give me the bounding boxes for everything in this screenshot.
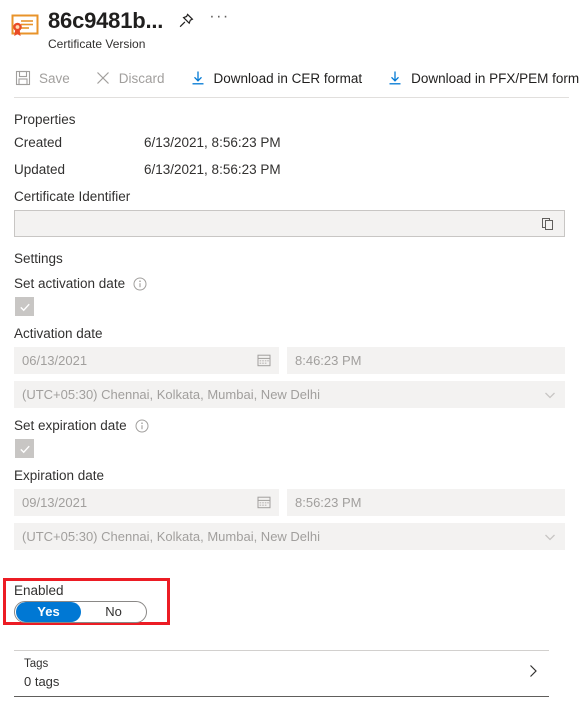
chevron-down-icon[interactable] [543, 530, 557, 544]
command-bar: Save Discard Download in CER format Down… [0, 61, 579, 97]
download-cer-label: Download in CER format [213, 70, 363, 86]
ellipsis-icon[interactable]: ··· [209, 9, 229, 25]
set-activation-date-text: Set activation date [14, 276, 126, 291]
expiration-timezone-select[interactable]: (UTC+05:30) Chennai, Kolkata, Mumbai, Ne… [14, 523, 565, 550]
activation-timezone-value: (UTC+05:30) Chennai, Kolkata, Mumbai, Ne… [22, 387, 321, 402]
activation-date-value: 06/13/2021 [22, 353, 88, 368]
title-row: 86c9481b... ··· [48, 8, 230, 34]
copy-icon[interactable] [540, 216, 556, 232]
discard-label: Discard [118, 70, 165, 86]
tags-bottom-divider [14, 696, 549, 697]
tags-title: Tags [24, 658, 49, 670]
info-icon[interactable] [133, 277, 147, 291]
expiration-timezone-value: (UTC+05:30) Chennai, Kolkata, Mumbai, Ne… [22, 529, 321, 544]
expiration-date-label: Expiration date [14, 468, 105, 483]
discard-button[interactable]: Discard [94, 65, 175, 91]
page-title: 86c9481b... [48, 8, 164, 33]
created-value: 6/13/2021, 8:56:23 PM [144, 135, 281, 150]
enabled-label: Enabled [14, 583, 64, 598]
download-icon [386, 69, 404, 87]
command-bar-divider [14, 97, 569, 98]
activation-date-label: Activation date [14, 326, 103, 341]
download-icon [189, 69, 207, 87]
set-expiration-date-label: Set expiration date [14, 418, 565, 433]
blade-content: Properties Created 6/13/2021, 8:56:23 PM… [0, 112, 579, 550]
created-label: Created [14, 135, 63, 150]
enabled-toggle[interactable]: Yes No [14, 601, 147, 623]
updated-value: 6/13/2021, 8:56:23 PM [144, 162, 281, 177]
activation-date-row: 06/13/2021 8:46:23 PM [14, 347, 565, 374]
checkmark-icon [19, 445, 30, 453]
download-pfx-label: Download in PFX/PEM format [411, 70, 579, 86]
set-expiration-date-checkbox[interactable] [15, 439, 34, 458]
tags-inner: Tags 0 tags [14, 650, 549, 689]
enabled-highlight-box: Enabled Yes No [3, 578, 170, 625]
save-label: Save [39, 70, 70, 86]
checkmark-icon [19, 303, 30, 311]
calendar-icon[interactable] [256, 352, 272, 368]
enabled-toggle-no[interactable]: No [81, 602, 146, 622]
set-expiration-date-text: Set expiration date [14, 418, 127, 433]
save-icon [14, 69, 32, 87]
activation-timezone-select[interactable]: (UTC+05:30) Chennai, Kolkata, Mumbai, Ne… [14, 381, 565, 408]
created-row: Created 6/13/2021, 8:56:23 PM [14, 135, 565, 150]
activation-date-input[interactable]: 06/13/2021 [14, 347, 279, 374]
activation-time-input[interactable]: 8:46:23 PM [287, 347, 565, 374]
discard-icon [94, 69, 112, 87]
updated-label: Updated [14, 162, 66, 177]
chevron-down-icon[interactable] [543, 388, 557, 402]
tags-count: 0 tags [24, 674, 60, 689]
expiration-date-input[interactable]: 09/13/2021 [14, 489, 279, 516]
certificate-identifier-label: Certificate Identifier [14, 189, 131, 204]
certificate-identifier-input[interactable] [14, 210, 565, 237]
download-cer-button[interactable]: Download in CER format [189, 65, 373, 91]
activation-time-value: 8:46:23 PM [295, 353, 362, 368]
set-activation-date-checkbox[interactable] [15, 297, 34, 316]
certificate-icon [8, 10, 42, 44]
info-icon[interactable] [135, 419, 149, 433]
settings-heading: Settings [14, 251, 63, 266]
set-activation-date-label: Set activation date [14, 276, 565, 291]
download-pfx-button[interactable]: Download in PFX/PEM format [386, 65, 579, 91]
calendar-icon[interactable] [256, 494, 272, 510]
save-button[interactable]: Save [14, 65, 80, 91]
certificate-version-blade: 86c9481b... ··· Certificate Version Save… [0, 0, 579, 705]
expiration-time-value: 8:56:23 PM [295, 495, 362, 510]
title-block: 86c9481b... ··· Certificate Version [48, 8, 230, 51]
pin-icon[interactable] [177, 12, 195, 30]
expiration-date-value: 09/13/2021 [22, 495, 88, 510]
chevron-right-icon[interactable] [525, 663, 541, 679]
blade-header: 86c9481b... ··· Certificate Version [0, 0, 579, 51]
page-subtitle: Certificate Version [48, 37, 146, 51]
updated-row: Updated 6/13/2021, 8:56:23 PM [14, 162, 565, 177]
properties-heading: Properties [14, 112, 76, 127]
enabled-toggle-yes[interactable]: Yes [16, 602, 81, 622]
tags-section[interactable]: Tags 0 tags [14, 650, 549, 694]
expiration-time-input[interactable]: 8:56:23 PM [287, 489, 565, 516]
expiration-date-row: 09/13/2021 8:56:23 PM [14, 489, 565, 516]
